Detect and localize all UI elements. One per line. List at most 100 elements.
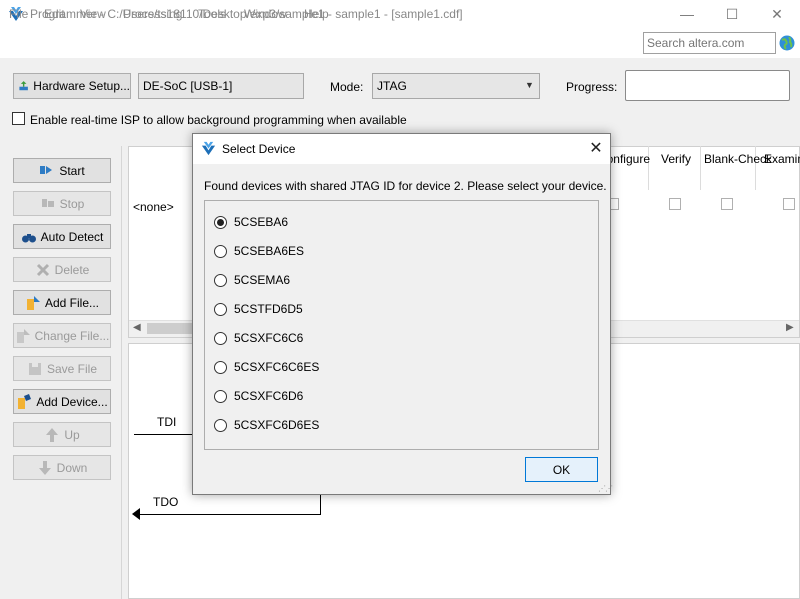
device-option-label: 5CSXFC6C6ES — [234, 360, 320, 374]
close-window-button[interactable]: ✕ — [754, 0, 800, 28]
hardware-setup-label: Hardware Setup... — [33, 79, 130, 93]
arrow-left-icon — [132, 508, 140, 520]
tdo-line — [140, 514, 320, 515]
start-label: Start — [59, 163, 85, 178]
start-button[interactable]: Start — [13, 158, 111, 183]
down-arrow-icon — [38, 460, 51, 475]
delete-icon — [36, 263, 49, 276]
device-option-label: 5CSXFC6D6 — [234, 389, 304, 403]
tdi-line — [134, 434, 194, 435]
stop-icon — [41, 198, 54, 207]
device-option[interactable]: 5CSEBA6ES — [214, 242, 304, 260]
examine-checkbox[interactable] — [783, 198, 795, 210]
mode-label: Mode: — [330, 80, 364, 94]
delete-button[interactable]: Delete — [13, 257, 111, 282]
column-header-program[interactable]: Program/ Configure — [608, 150, 650, 169]
progress-label: Progress: — [566, 80, 618, 94]
column-header-examine[interactable]: Examine — [764, 150, 800, 169]
start-icon — [40, 165, 53, 174]
up-button[interactable]: Up — [13, 422, 111, 447]
globe-icon[interactable] — [779, 35, 795, 51]
auto-detect-button[interactable]: Auto Detect — [13, 224, 111, 249]
binoculars-icon — [21, 233, 36, 242]
menu-processing[interactable]: Processing — [123, 7, 182, 21]
menu-tools[interactable]: Tools — [198, 7, 226, 21]
tdo-connector — [320, 494, 321, 515]
add-device-button[interactable]: Add Device... — [13, 389, 111, 414]
progress-bar — [625, 70, 790, 101]
isp-checkbox-label: Enable real-time ISP to allow background… — [30, 113, 407, 127]
ok-button[interactable]: OK — [525, 457, 598, 482]
tdo-label: TDO — [153, 495, 179, 509]
search-input[interactable] — [643, 32, 776, 54]
dialog-message: Found devices with shared JTAG ID for de… — [204, 179, 607, 193]
radio-button[interactable] — [214, 215, 227, 229]
hardware-field: DE-SoC [USB-1] — [138, 73, 304, 99]
resize-grip-icon[interactable]: ⋰⋰ — [598, 484, 613, 493]
up-arrow-icon — [46, 427, 59, 442]
dialog-close-button[interactable]: ✕ — [584, 136, 608, 160]
menu-window[interactable]: Window — [244, 7, 287, 21]
stop-button[interactable]: Stop — [13, 191, 111, 216]
radio-button[interactable] — [214, 331, 227, 345]
chevron-left-icon[interactable]: ◀ — [133, 322, 141, 333]
device-option[interactable]: 5CSXFC6D6 — [214, 387, 303, 405]
hardware-setup-button[interactable]: Hardware Setup... — [13, 73, 131, 99]
device-option[interactable]: 5CSTFD6D5 — [214, 300, 303, 318]
dialog-title: Select Device — [222, 142, 296, 156]
isp-checkbox[interactable] — [12, 112, 25, 125]
close-icon: ✕ — [771, 5, 783, 22]
add-file-button[interactable]: Add File... — [13, 290, 111, 315]
change-file-label: Change File... — [34, 328, 110, 343]
device-option[interactable]: 5CSEBA6 — [214, 213, 288, 231]
radio-button[interactable] — [214, 302, 227, 316]
save-file-label: Save File — [46, 361, 98, 376]
device-table-empty-row[interactable]: <none> — [133, 200, 174, 214]
menu-edit[interactable]: Edit — [44, 7, 65, 21]
menu-view[interactable]: View — [80, 7, 106, 21]
column-header-verify[interactable]: Verify — [655, 150, 697, 169]
add-file-icon — [26, 295, 40, 310]
mode-select[interactable]: JTAG — [372, 73, 540, 99]
column-header-blank-check[interactable]: Blank-Check — [704, 150, 772, 169]
close-icon: ✕ — [589, 140, 603, 157]
verify-checkbox[interactable] — [669, 198, 681, 210]
hardware-icon — [19, 81, 28, 91]
radio-button[interactable] — [214, 418, 227, 432]
delete-label: Delete — [54, 262, 90, 277]
chevron-down-icon: ▼ — [525, 80, 534, 90]
add-file-label: Add File... — [44, 295, 100, 310]
device-option-label: 5CSEBA6ES — [234, 244, 305, 258]
down-label: Down — [56, 460, 88, 475]
device-option-group — [204, 200, 599, 450]
device-option-label: 5CSEBA6 — [234, 215, 289, 229]
radio-button[interactable] — [214, 389, 227, 403]
down-button[interactable]: Down — [13, 455, 111, 480]
quartus-dialog-icon — [201, 141, 216, 156]
menu-help[interactable]: Help — [304, 7, 329, 21]
add-device-icon — [18, 393, 32, 409]
change-file-icon — [16, 328, 30, 343]
menu-file[interactable]: File — [9, 7, 28, 21]
device-option[interactable]: 5CSXFC6D6ES — [214, 416, 319, 434]
minimize-button[interactable]: — — [664, 0, 710, 28]
radio-button[interactable] — [214, 244, 227, 258]
maximize-icon: ☐ — [725, 5, 739, 22]
stop-label: Stop — [59, 196, 85, 211]
change-file-button[interactable]: Change File... — [13, 323, 111, 348]
device-option-label: 5CSEMA6 — [234, 273, 291, 287]
device-option[interactable]: 5CSEMA6 — [214, 271, 290, 289]
radio-button[interactable] — [214, 273, 227, 287]
device-option-label: 5CSTFD6D5 — [234, 302, 303, 316]
add-device-label: Add Device... — [36, 394, 108, 409]
tdi-label: TDI — [157, 415, 177, 429]
blank-check-checkbox[interactable] — [721, 198, 733, 210]
save-file-button[interactable]: Save File — [13, 356, 111, 381]
radio-button[interactable] — [214, 360, 227, 374]
maximize-button[interactable]: ☐ — [709, 0, 755, 28]
device-option[interactable]: 5CSXFC6C6ES — [214, 358, 319, 376]
device-option[interactable]: 5CSXFC6C6 — [214, 329, 303, 347]
chevron-right-icon[interactable]: ▶ — [786, 322, 794, 333]
up-label: Up — [64, 427, 80, 442]
column-divider — [700, 146, 701, 190]
